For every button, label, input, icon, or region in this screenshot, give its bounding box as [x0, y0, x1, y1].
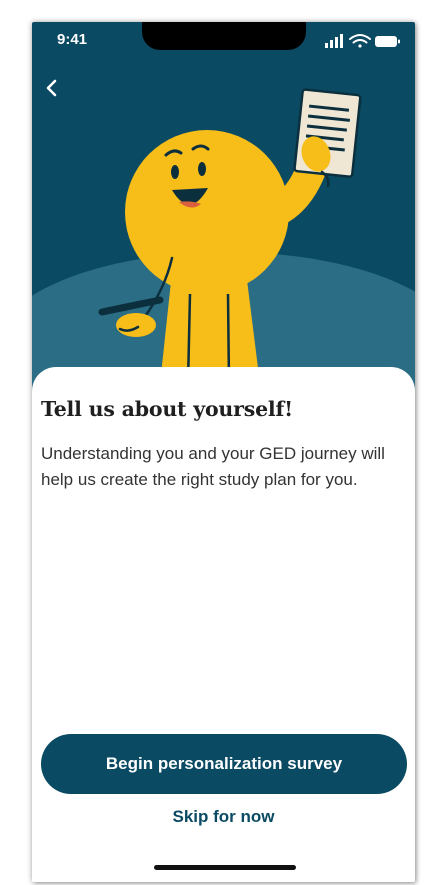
status-time: 9:41: [57, 31, 88, 48]
hero-illustration: 9:41: [32, 22, 415, 392]
character-head: [125, 130, 289, 294]
skip-for-now-link[interactable]: Skip for now: [32, 807, 415, 827]
page-description: Understanding you and your GED journey w…: [41, 444, 385, 489]
chevron-left-icon: [46, 79, 57, 97]
screenshot-frame: 9:41 Tell us about yourself! Understandi…: [0, 0, 428, 885]
device-notch: [142, 22, 306, 50]
content-card: Tell us about yourself! Understanding yo…: [32, 367, 415, 882]
page-title: Tell us about yourself!: [41, 397, 293, 421]
back-button[interactable]: [38, 74, 66, 102]
character-illustration: [98, 88, 362, 385]
status-icons: [325, 34, 400, 48]
status-bar: 9:41: [32, 22, 415, 66]
cellular-signal-icon: [325, 34, 343, 48]
battery-icon: [375, 36, 400, 47]
wifi-icon: [349, 34, 371, 48]
phone-screen: 9:41 Tell us about yourself! Understandi…: [32, 22, 415, 882]
begin-survey-button[interactable]: Begin personalization survey: [41, 734, 407, 794]
home-indicator: [154, 865, 296, 870]
